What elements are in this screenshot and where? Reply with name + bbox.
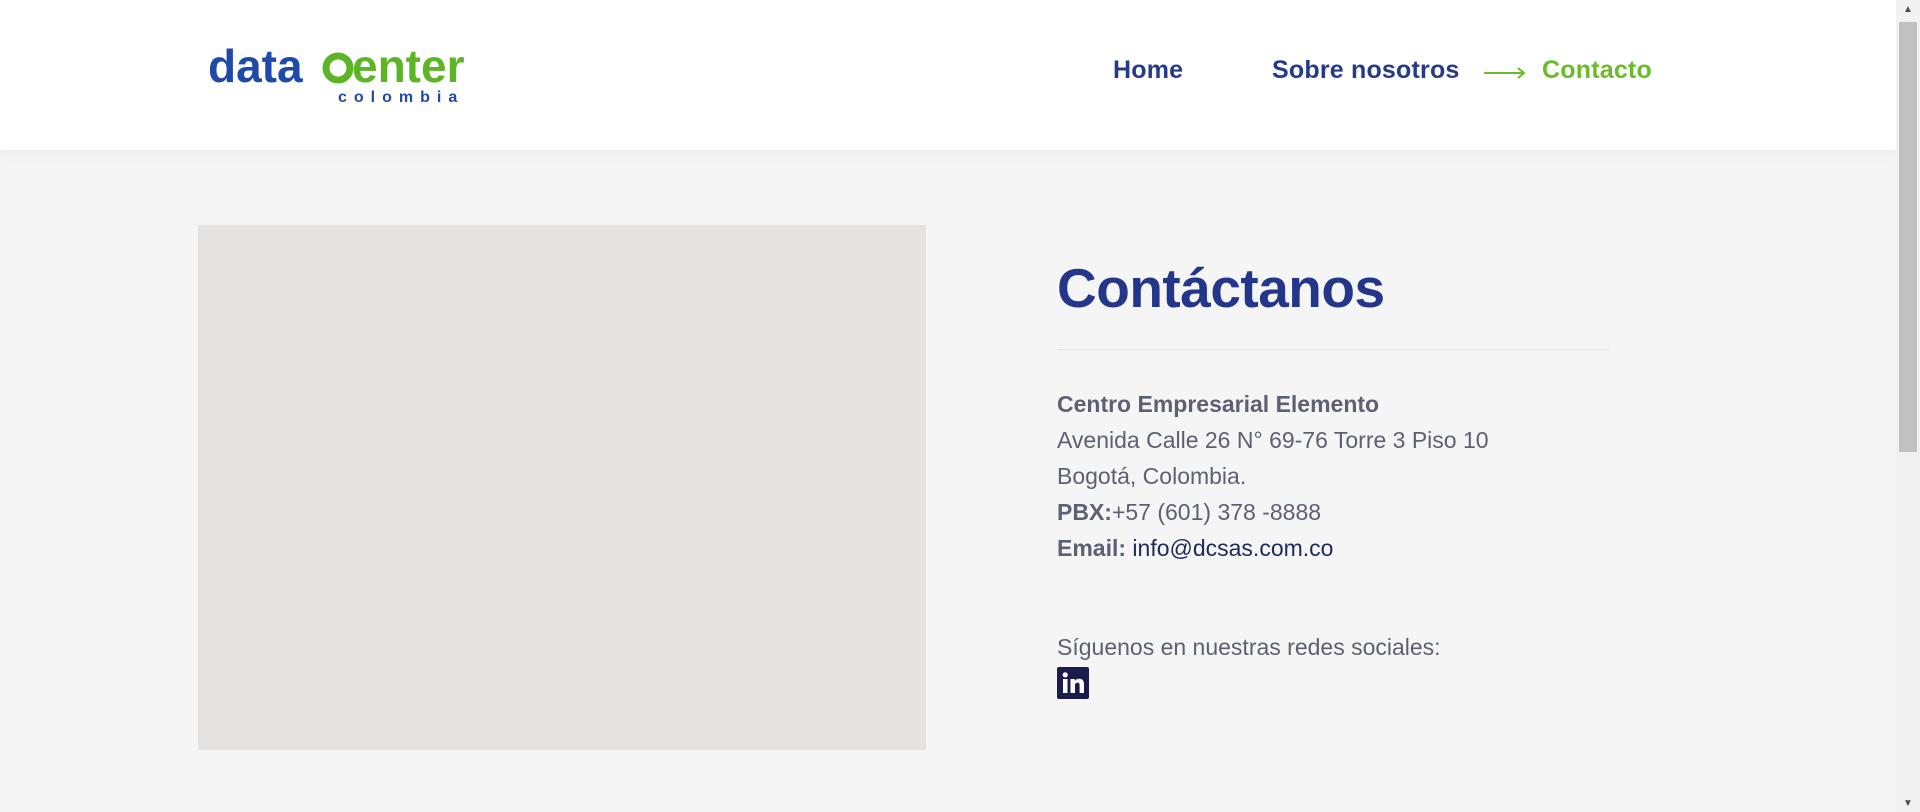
pbx-label: PBX: [1057,499,1112,525]
nav-contacto[interactable]: Contacto [1542,56,1652,85]
main-nav: Home Sobre nosotros Contacto [0,56,1896,96]
email-line: Email: info@dcsas.com.co [1057,530,1617,566]
pbx-line: PBX:+57 (601) 378 -8888 [1057,494,1617,530]
scroll-up-icon[interactable]: ▲ [1896,0,1920,18]
scroll-down-icon[interactable]: ▼ [1896,794,1920,812]
contact-section: Contáctanos Centro Empresarial Elemento … [0,150,1896,812]
map-embed[interactable] [198,225,926,750]
site-header: data enter colombia Home Sobre nosotros … [0,0,1896,150]
scrollbar[interactable]: ▲ ▼ [1896,0,1920,812]
arrow-right-icon [1484,67,1526,79]
nav-home[interactable]: Home [1113,56,1183,85]
pbx-value: +57 (601) 378 -8888 [1111,499,1322,525]
scrollbar-thumb[interactable] [1899,22,1917,452]
social-label: Síguenos en nuestras redes sociales: [1057,634,1441,660]
email-link[interactable]: info@dcsas.com.co [1132,535,1333,561]
address-line: Avenida Calle 26 N° 69-76 Torre 3 Piso 1… [1057,427,1489,453]
company-name: Centro Empresarial Elemento [1057,391,1380,417]
contact-info: Contáctanos Centro Empresarial Elemento … [1057,255,1617,704]
linkedin-icon[interactable] [1057,667,1089,699]
contact-details: Centro Empresarial Elemento Avenida Call… [1057,386,1617,566]
email-label: Email: [1057,535,1127,561]
city-line: Bogotá, Colombia. [1057,463,1247,489]
nav-sobre-nosotros[interactable]: Sobre nosotros [1272,56,1460,85]
page-title: Contáctanos [1057,257,1385,319]
divider [1057,349,1609,350]
